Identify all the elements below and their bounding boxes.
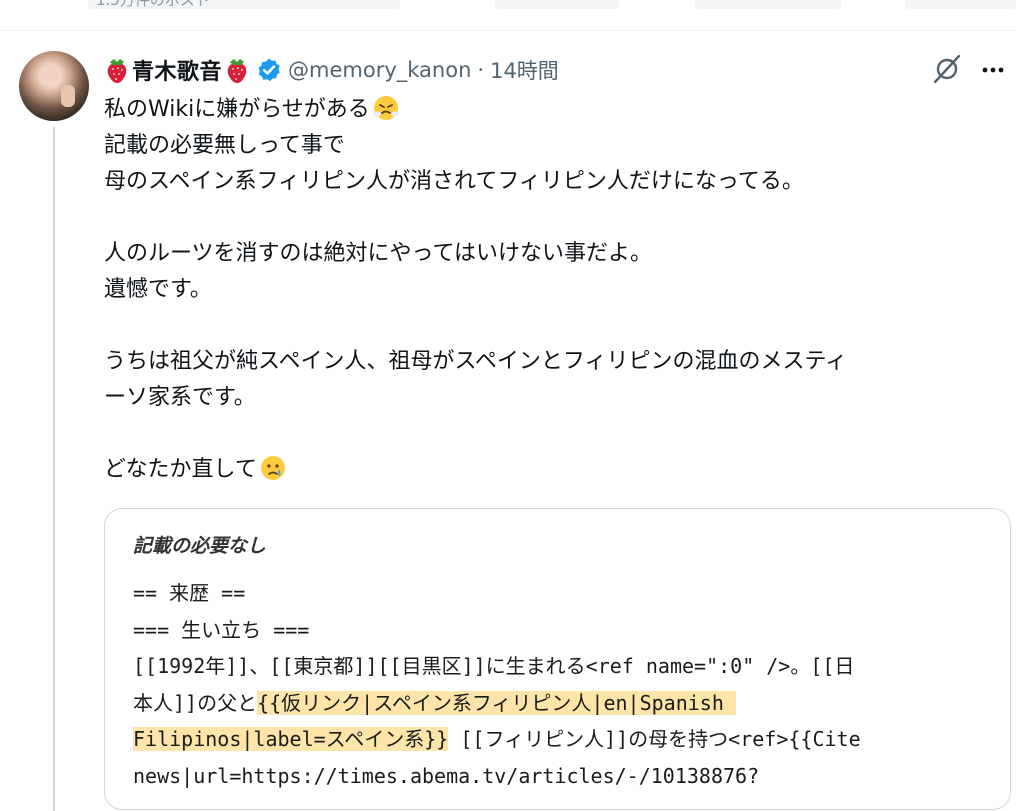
previous-post-strip: 1.5万件のポスト (0, 0, 1016, 31)
code-segment: 本人]]の父と (133, 690, 258, 715)
code-line: news|url=https://times.abema.tv/articles… (133, 763, 760, 788)
highlighted-code: {{仮リンク|スペイン系フィリピン人|en|Spanish (257, 690, 736, 715)
display-name[interactable]: 青木歌音 (132, 54, 222, 86)
tweet-line: どなたか直して (104, 457, 257, 482)
tweet-line: 人のルーツを消すのは絶対にやってはいけない事だよ。 (104, 241, 653, 266)
strawberry-icon (107, 59, 127, 83)
wiki-source-text: == 来歴 == === 生い立ち === [[1992年]]、[[東京都]][[目… (133, 575, 983, 794)
highlighted-code: Filipinos|label=スペイン系}} (133, 727, 449, 751)
verified-badge-icon[interactable] (256, 57, 282, 83)
code-line: Filipinos|label=スペイン系}} [[フィリピン人]]の母を持つ<… (133, 721, 983, 758)
faded-action-placeholder (905, 0, 1016, 9)
tweet-line: 遺憾です。 (104, 277, 212, 302)
tweet-line: 母のスペイン系フィリピン人が消されてフィリピン人だけになってる。 (104, 169, 804, 194)
tweet-line: 記載の必要無しって事で (104, 133, 345, 158)
post-time[interactable]: 14時間 (490, 55, 559, 85)
avatar-hand-detail (61, 85, 75, 107)
face-with-steam-icon (372, 96, 399, 120)
meta-separator: · (477, 58, 485, 82)
code-segment: [[フィリピン人]]の母を持つ<ref>{{Cite (460, 727, 861, 751)
code-line: === 生い立ち === (133, 617, 310, 642)
faded-action-placeholder (695, 0, 841, 9)
tweet-header: 青木歌音 @memory_kanon · 14時間 (104, 55, 559, 85)
crying-face-icon (260, 456, 285, 480)
thread-line (53, 127, 55, 811)
tweet-line: うちは祖父が純スペイン人、祖母がスペインとフィリピンの混血のメスティ (104, 349, 848, 374)
strawberry-icon (227, 59, 247, 83)
faded-action-placeholder (495, 0, 619, 9)
avatar[interactable] (19, 51, 89, 121)
code-line: [[1992年]]、[[東京都]][[目黒区]]に生まれる<ref name="… (133, 654, 855, 678)
tweet-text: 私のWikiに嫌がらせがある 記載の必要無しって事で 母のスペイン系フィリピン人… (104, 92, 1004, 488)
embedded-image-card[interactable]: 記載の必要なし == 来歴 == === 生い立ち === [[1992年]]、[[… (104, 508, 1011, 810)
tweet-line: ーソ家系です。 (104, 385, 256, 410)
user-handle[interactable]: @memory_kanon (288, 58, 471, 82)
code-line: 本人]]の父と{{仮リンク|スペイン系フィリピン人|en|Spanish (133, 685, 983, 722)
faded-post-stat: 1.5万件のポスト (88, 0, 400, 9)
tweet-line: 私のWikiに嫌がらせがある (104, 97, 370, 122)
code-line: == 来歴 == (133, 581, 246, 605)
card-title: 記載の必要なし (133, 535, 267, 557)
more-icon[interactable] (976, 58, 1010, 82)
grok-icon[interactable] (930, 54, 964, 84)
